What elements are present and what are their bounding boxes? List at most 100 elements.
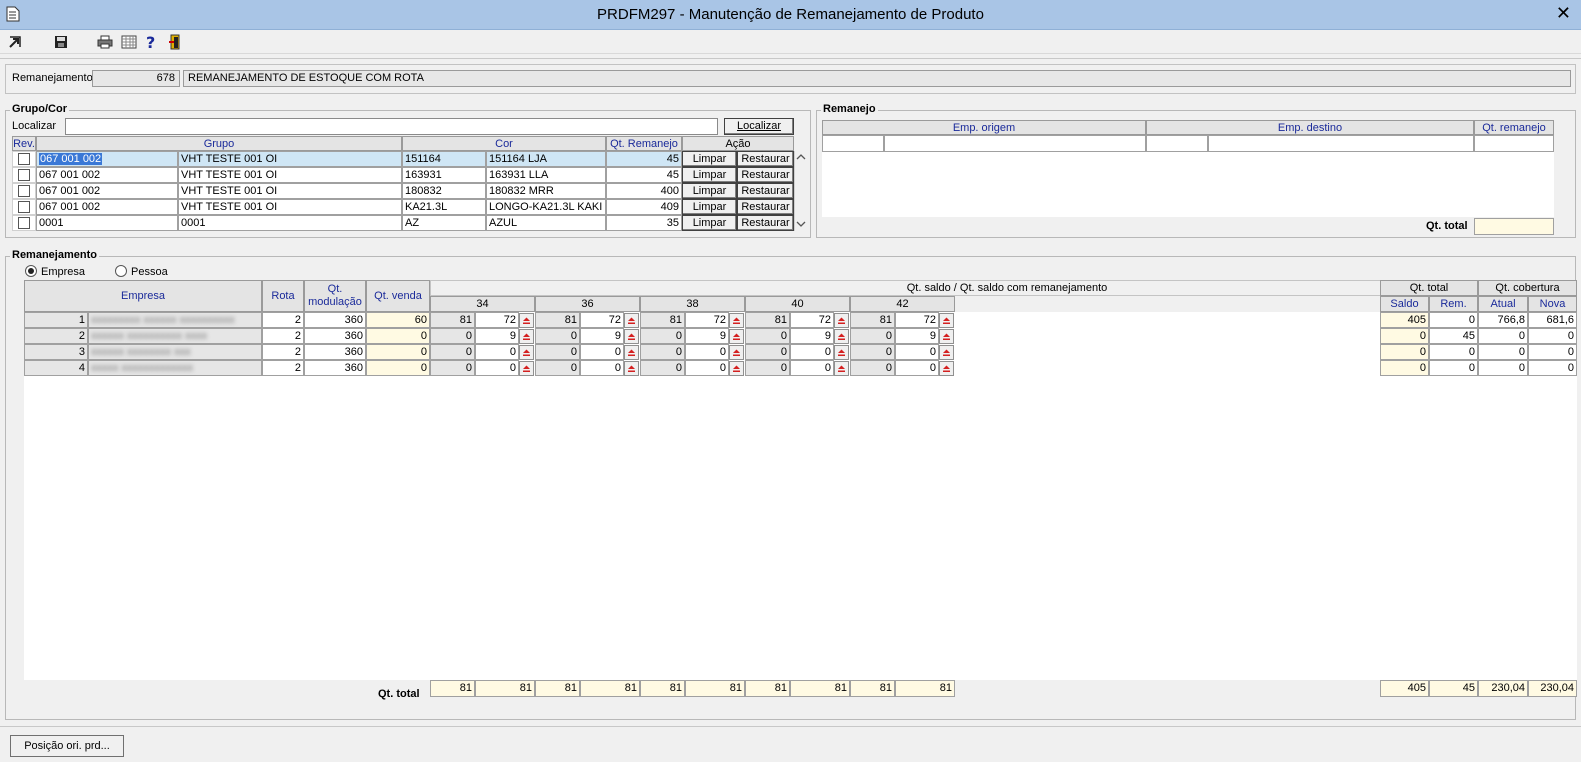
- up-eject-icon[interactable]: [519, 313, 534, 328]
- restaurar-button[interactable]: Restaurar: [737, 215, 794, 231]
- up-eject-icon[interactable]: [519, 329, 534, 344]
- qt-remanejo-cell[interactable]: 400: [606, 183, 682, 199]
- rota-cell[interactable]: 2: [262, 360, 304, 376]
- rota-cell[interactable]: 2: [262, 328, 304, 344]
- scroll-down-icon[interactable]: [796, 219, 806, 231]
- up-eject-icon[interactable]: [939, 345, 954, 360]
- close-icon[interactable]: ✕: [1556, 4, 1571, 22]
- cor-desc-cell[interactable]: 163931 LLA: [486, 167, 606, 183]
- saldo-remanejado-cell[interactable]: 0: [580, 360, 624, 376]
- print-icon[interactable]: [96, 33, 114, 51]
- saldo-remanejado-cell[interactable]: 0: [895, 360, 939, 376]
- up-eject-icon[interactable]: [834, 361, 849, 376]
- saldo-remanejado-cell[interactable]: 9: [790, 328, 834, 344]
- limpar-button[interactable]: Limpar: [682, 167, 737, 183]
- cor-desc-cell[interactable]: LONGO-KA21.3L KAKI I: [486, 199, 606, 215]
- up-eject-icon[interactable]: [729, 329, 744, 344]
- qt-venda-cell[interactable]: 60: [366, 312, 430, 328]
- grid-icon[interactable]: [120, 33, 138, 51]
- saldo-remanejado-cell[interactable]: 0: [790, 344, 834, 360]
- grupo-code-cell[interactable]: 067 001 002: [36, 151, 178, 167]
- localizar-input[interactable]: [65, 118, 718, 135]
- limpar-button[interactable]: Limpar: [682, 215, 737, 231]
- cor-desc-cell[interactable]: 151164 LJA: [486, 151, 606, 167]
- up-eject-icon[interactable]: [939, 313, 954, 328]
- restaurar-button[interactable]: Restaurar: [737, 199, 794, 215]
- saldo-remanejado-cell[interactable]: 72: [685, 312, 729, 328]
- saldo-remanejado-cell[interactable]: 0: [685, 360, 729, 376]
- rev-checkbox[interactable]: [18, 201, 30, 213]
- saldo-remanejado-cell[interactable]: 72: [475, 312, 519, 328]
- qt-modulacao-cell[interactable]: 360: [304, 312, 366, 328]
- rota-cell[interactable]: 2: [262, 312, 304, 328]
- empresa-name-cell[interactable]: xxxxx xxxxxxxxxxxxx: [88, 360, 262, 376]
- qt-venda-cell[interactable]: 0: [366, 360, 430, 376]
- saldo-remanejado-cell[interactable]: 9: [475, 328, 519, 344]
- cor-code-cell[interactable]: AZ: [402, 215, 486, 231]
- qt-remanejo-cell[interactable]: [1474, 135, 1554, 152]
- grupo-cor-scrollbar[interactable]: [794, 151, 807, 231]
- saldo-remanejado-cell[interactable]: 9: [685, 328, 729, 344]
- qt-remanejo-cell[interactable]: 45: [606, 167, 682, 183]
- up-eject-icon[interactable]: [834, 345, 849, 360]
- up-eject-icon[interactable]: [624, 313, 639, 328]
- rota-cell[interactable]: 2: [262, 344, 304, 360]
- limpar-button[interactable]: Limpar: [682, 183, 737, 199]
- grupo-code-cell[interactable]: 067 001 002: [36, 167, 178, 183]
- saldo-remanejado-cell[interactable]: 0: [580, 344, 624, 360]
- restaurar-button[interactable]: Restaurar: [737, 167, 794, 183]
- qt-venda-cell[interactable]: 0: [366, 344, 430, 360]
- grupo-code-cell[interactable]: 0001: [36, 215, 178, 231]
- grupo-code-cell[interactable]: 067 001 002: [36, 199, 178, 215]
- posicao-ori-prd-button[interactable]: Posição ori. prd...: [10, 735, 124, 757]
- up-eject-icon[interactable]: [624, 329, 639, 344]
- up-eject-icon[interactable]: [729, 361, 744, 376]
- radio-empresa[interactable]: [25, 265, 37, 277]
- empresa-name-cell[interactable]: xxxxxx xxxxxxxxxx xxxx: [88, 328, 262, 344]
- saldo-remanejado-cell[interactable]: 9: [895, 328, 939, 344]
- saldo-remanejado-cell[interactable]: 72: [790, 312, 834, 328]
- grupo-code-cell[interactable]: 067 001 002: [36, 183, 178, 199]
- up-eject-icon[interactable]: [939, 329, 954, 344]
- scroll-up-icon[interactable]: [796, 152, 806, 164]
- rev-checkbox[interactable]: [18, 185, 30, 197]
- empresa-name-cell[interactable]: xxxxxxxxx xxxxxx xxxxxxxxxx: [88, 312, 262, 328]
- qt-remanejo-cell[interactable]: 45: [606, 151, 682, 167]
- origem-code-cell[interactable]: [822, 135, 884, 152]
- destino-name-cell[interactable]: [1208, 135, 1474, 152]
- remanejo-grid-body[interactable]: [822, 135, 1554, 217]
- grupo-desc-cell[interactable]: VHT TESTE 001 OI: [178, 151, 402, 167]
- localizar-button[interactable]: Localizar: [724, 118, 794, 135]
- restaurar-button[interactable]: Restaurar: [737, 183, 794, 199]
- grupo-desc-cell[interactable]: VHT TESTE 001 OI: [178, 167, 402, 183]
- up-eject-icon[interactable]: [519, 361, 534, 376]
- restaurar-button[interactable]: Restaurar: [737, 151, 794, 167]
- qt-modulacao-cell[interactable]: 360: [304, 344, 366, 360]
- up-eject-icon[interactable]: [519, 345, 534, 360]
- cor-code-cell[interactable]: KA21.3L: [402, 199, 486, 215]
- saldo-remanejado-cell[interactable]: 9: [580, 328, 624, 344]
- cor-desc-cell[interactable]: 180832 MRR: [486, 183, 606, 199]
- limpar-button[interactable]: Limpar: [682, 199, 737, 215]
- cor-code-cell[interactable]: 163931: [402, 167, 486, 183]
- grupo-desc-cell[interactable]: VHT TESTE 001 OI: [178, 199, 402, 215]
- limpar-button[interactable]: Limpar: [682, 151, 737, 167]
- rev-checkbox[interactable]: [18, 169, 30, 181]
- saldo-remanejado-cell[interactable]: 72: [895, 312, 939, 328]
- up-eject-icon[interactable]: [729, 313, 744, 328]
- qt-remanejo-cell[interactable]: 409: [606, 199, 682, 215]
- empresa-name-cell[interactable]: xxxxxx xxxxxxxx xxx: [88, 344, 262, 360]
- up-eject-icon[interactable]: [729, 345, 744, 360]
- door-exit-icon[interactable]: [166, 33, 184, 51]
- grupo-desc-cell[interactable]: 0001: [178, 215, 402, 231]
- save-floppy-icon[interactable]: [52, 33, 70, 51]
- qt-modulacao-cell[interactable]: 360: [304, 328, 366, 344]
- saldo-remanejado-cell[interactable]: 0: [895, 344, 939, 360]
- origem-name-cell[interactable]: [884, 135, 1146, 152]
- up-eject-icon[interactable]: [624, 345, 639, 360]
- radio-pessoa[interactable]: [115, 265, 127, 277]
- rev-checkbox[interactable]: [18, 153, 30, 165]
- saldo-remanejado-cell[interactable]: 0: [475, 344, 519, 360]
- destino-code-cell[interactable]: [1146, 135, 1208, 152]
- saldo-remanejado-cell[interactable]: 0: [685, 344, 729, 360]
